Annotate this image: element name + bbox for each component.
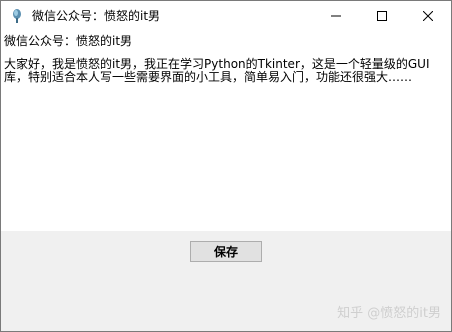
save-button[interactable]: 保存 <box>190 241 262 262</box>
minimize-button[interactable] <box>313 1 359 31</box>
maximize-icon <box>377 11 387 21</box>
feather-icon <box>9 8 25 24</box>
close-icon <box>423 11 433 21</box>
text-body[interactable]: 大家好，我是愤怒的it男，我正在学习Python的Tkinter，这是一个轻量级… <box>4 58 444 84</box>
window-title: 微信公众号：愤怒的it男 <box>32 9 161 23</box>
text-area[interactable]: 微信公众号：愤怒的it男 大家好，我是愤怒的it男，我正在学习Python的Tk… <box>1 31 451 231</box>
app-window: 微信公众号：愤怒的it男 微信公众号：愤怒的it男 大家好，我是愤怒的it男，我… <box>0 0 452 332</box>
account-label: 微信公众号：愤怒的it男 <box>4 34 133 48</box>
minimize-icon <box>331 15 341 17</box>
watermark: 知乎 @愤怒的it男 <box>337 306 441 321</box>
title-bar[interactable]: 微信公众号：愤怒的it男 <box>1 1 451 31</box>
maximize-button[interactable] <box>359 1 405 31</box>
close-button[interactable] <box>405 1 451 31</box>
